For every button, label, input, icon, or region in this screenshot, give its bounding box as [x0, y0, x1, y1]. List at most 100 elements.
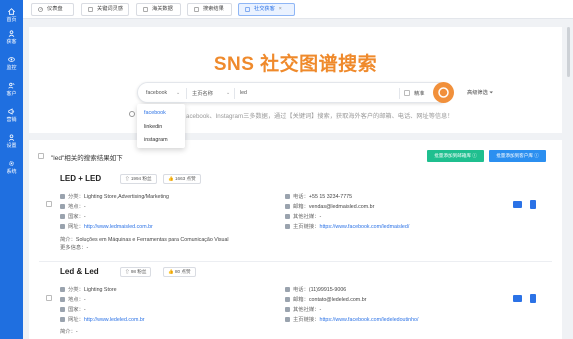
- search-bar: facebook ⌄ 主页名称 ⌄ led 精准: [137, 82, 449, 103]
- tab-search-results[interactable]: 搜索结果: [187, 3, 232, 16]
- email-field: 邮箱：contato@ledeled.com.br: [285, 295, 366, 303]
- category-field: 分类：Lighting Store,Advertising/Marketing: [60, 192, 169, 200]
- tab-keyword-ideas[interactable]: 关键词灵感: [81, 3, 129, 16]
- chevron-down-icon[interactable]: ⌄: [176, 90, 180, 96]
- country-field: 国家：-: [60, 212, 86, 220]
- fans-count: 98 粉丝: [130, 269, 147, 274]
- add-to-email-library-button[interactable]: 批量添加到邮箱库 ⓘ: [427, 150, 484, 162]
- document-icon: [194, 7, 199, 12]
- sidebar-item-acquire[interactable]: 获客: [0, 30, 23, 45]
- phone-icon: [285, 194, 290, 199]
- fans-badge: ⇧ 1994 粉丝: [120, 174, 157, 184]
- user-icon: [8, 30, 15, 37]
- category-field: 分类：Lighting Store: [60, 285, 117, 293]
- dropdown-option-facebook[interactable]: facebook: [144, 110, 166, 116]
- sidebar-item-label: 设置: [6, 143, 17, 149]
- send-email-icon[interactable]: [513, 201, 522, 208]
- platform-select[interactable]: facebook: [146, 90, 167, 96]
- sidebar-item-customers[interactable]: 客户: [0, 82, 23, 97]
- globe-icon: [60, 224, 65, 229]
- sidebar-item-system[interactable]: 系统: [0, 160, 23, 175]
- homepage-field: 主页链接：https://www.facebook.com/ledmaisled…: [285, 222, 409, 230]
- link-icon: [285, 317, 290, 322]
- gear-icon: [9, 161, 14, 166]
- website-link[interactable]: http://www.ledmaisled.com.br: [84, 224, 153, 230]
- sidebar-item-marketing[interactable]: 营销: [0, 108, 23, 123]
- location-field: 地点：-: [60, 295, 86, 303]
- likes-count: 80 点赞: [175, 269, 191, 274]
- globe-icon: [60, 317, 65, 322]
- sidebar-item-label: 首页: [6, 17, 17, 23]
- result-name: Led & Led: [60, 267, 99, 276]
- result-checkbox[interactable]: [46, 201, 52, 207]
- divider: [39, 261, 552, 262]
- tab-social-acquisition[interactable]: 社交获客 ×: [238, 3, 295, 16]
- link-icon: [285, 224, 290, 229]
- select-all-checkbox[interactable]: [38, 153, 44, 159]
- settings-icon: [8, 134, 15, 141]
- page-title: SNS 社交图谱搜索: [213, 54, 378, 75]
- social-field: 其他社媒：-: [285, 305, 321, 313]
- sidebar-item-label: 系统: [6, 169, 17, 175]
- mail-icon: [285, 204, 290, 209]
- exact-checkbox[interactable]: [404, 90, 410, 96]
- call-phone-icon[interactable]: [530, 200, 536, 209]
- search-input[interactable]: led: [240, 90, 247, 96]
- exact-label: 精准: [414, 91, 425, 97]
- category-icon: [60, 287, 65, 292]
- close-icon[interactable]: ×: [279, 6, 282, 12]
- tab-label: 仪表盘: [47, 6, 63, 12]
- document-icon: [143, 7, 148, 12]
- likes-badge: 👍 1663 点赞: [163, 174, 201, 184]
- sidebar-item-home[interactable]: 首页: [0, 8, 23, 23]
- intro-field: 简介：Soluções em Máquinas e Ferramentas pa…: [60, 237, 229, 243]
- fans-count: 1994 粉丝: [130, 176, 152, 181]
- homepage-link[interactable]: https://www.facebook.com/ledeledoutinho/: [320, 317, 419, 323]
- phone-icon: [285, 287, 290, 292]
- fans-badge: ⇧ 98 粉丝: [120, 267, 152, 277]
- website-link[interactable]: http://www.ledeled.com.br: [84, 317, 145, 323]
- document-icon: [88, 7, 93, 12]
- website-field: 网址：http://www.ledeled.com.br: [60, 315, 145, 323]
- sidebar-item-settings[interactable]: 设置: [0, 134, 23, 149]
- homepage-field: 主页链接：https://www.facebook.com/ledeledout…: [285, 315, 418, 323]
- dropdown-option-instagram[interactable]: instagram: [144, 137, 168, 143]
- search-button[interactable]: [433, 82, 454, 103]
- advanced-filter-label: 高级筛选: [467, 90, 488, 96]
- share-icon: [285, 214, 290, 219]
- document-icon: [245, 7, 250, 12]
- divider: [186, 88, 187, 99]
- result-card: LED + LED ⇧ 1994 粉丝 👍 1663 点赞 分类：Lightin…: [29, 170, 562, 260]
- like-icon: 👍: [168, 176, 175, 181]
- search-panel: SNS 社交图谱搜索 facebook ⌄ 主页名称 ⌄ led 精准 高级筛选…: [29, 27, 562, 133]
- tab-label: 搜索结果: [203, 6, 224, 12]
- tab-dashboard[interactable]: 仪表盘: [31, 3, 74, 16]
- dashboard-icon: [38, 7, 43, 12]
- search-icon: [438, 87, 449, 98]
- field-select[interactable]: 主页名称: [192, 90, 213, 97]
- dropdown-option-linkedin[interactable]: linkedin: [144, 124, 162, 130]
- sidebar-item-label: 营销: [6, 117, 17, 123]
- sidebar: 首页 获客 监控 客户 营销 设置 系统: [0, 0, 23, 339]
- homepage-link[interactable]: https://www.facebook.com/ledmaisled/: [320, 224, 410, 230]
- add-to-customer-library-button[interactable]: 批量添加到客户库 ⓘ: [489, 150, 546, 162]
- send-email-icon[interactable]: [513, 295, 522, 302]
- scrollbar[interactable]: [567, 27, 570, 77]
- intro-field: 简介：-: [60, 329, 78, 335]
- advanced-filter-button[interactable]: 高级筛选 ⏷: [467, 89, 493, 97]
- social-field: 其他社媒：-: [285, 212, 321, 220]
- call-phone-icon[interactable]: [530, 294, 536, 303]
- email-field: 邮箱：vendas@ledmaisled.com.br: [285, 202, 374, 210]
- platform-dropdown: facebook linkedin instagram: [137, 104, 185, 148]
- mail-icon: [285, 297, 290, 302]
- flag-icon: [60, 307, 65, 312]
- results-panel: "led"相关的搜索结果如下 批量添加到邮箱库 ⓘ 批量添加到客户库 ⓘ LED…: [29, 140, 562, 339]
- like-icon: 👍: [168, 269, 175, 274]
- category-icon: [60, 194, 65, 199]
- likes-count: 1663 点赞: [175, 176, 196, 181]
- tab-label: 社交获客: [254, 6, 275, 12]
- sidebar-item-monitor[interactable]: 监控: [0, 56, 23, 71]
- result-checkbox[interactable]: [46, 295, 52, 301]
- chevron-down-icon[interactable]: ⌄: [226, 90, 230, 96]
- tab-customs-data[interactable]: 海关数据: [136, 3, 181, 16]
